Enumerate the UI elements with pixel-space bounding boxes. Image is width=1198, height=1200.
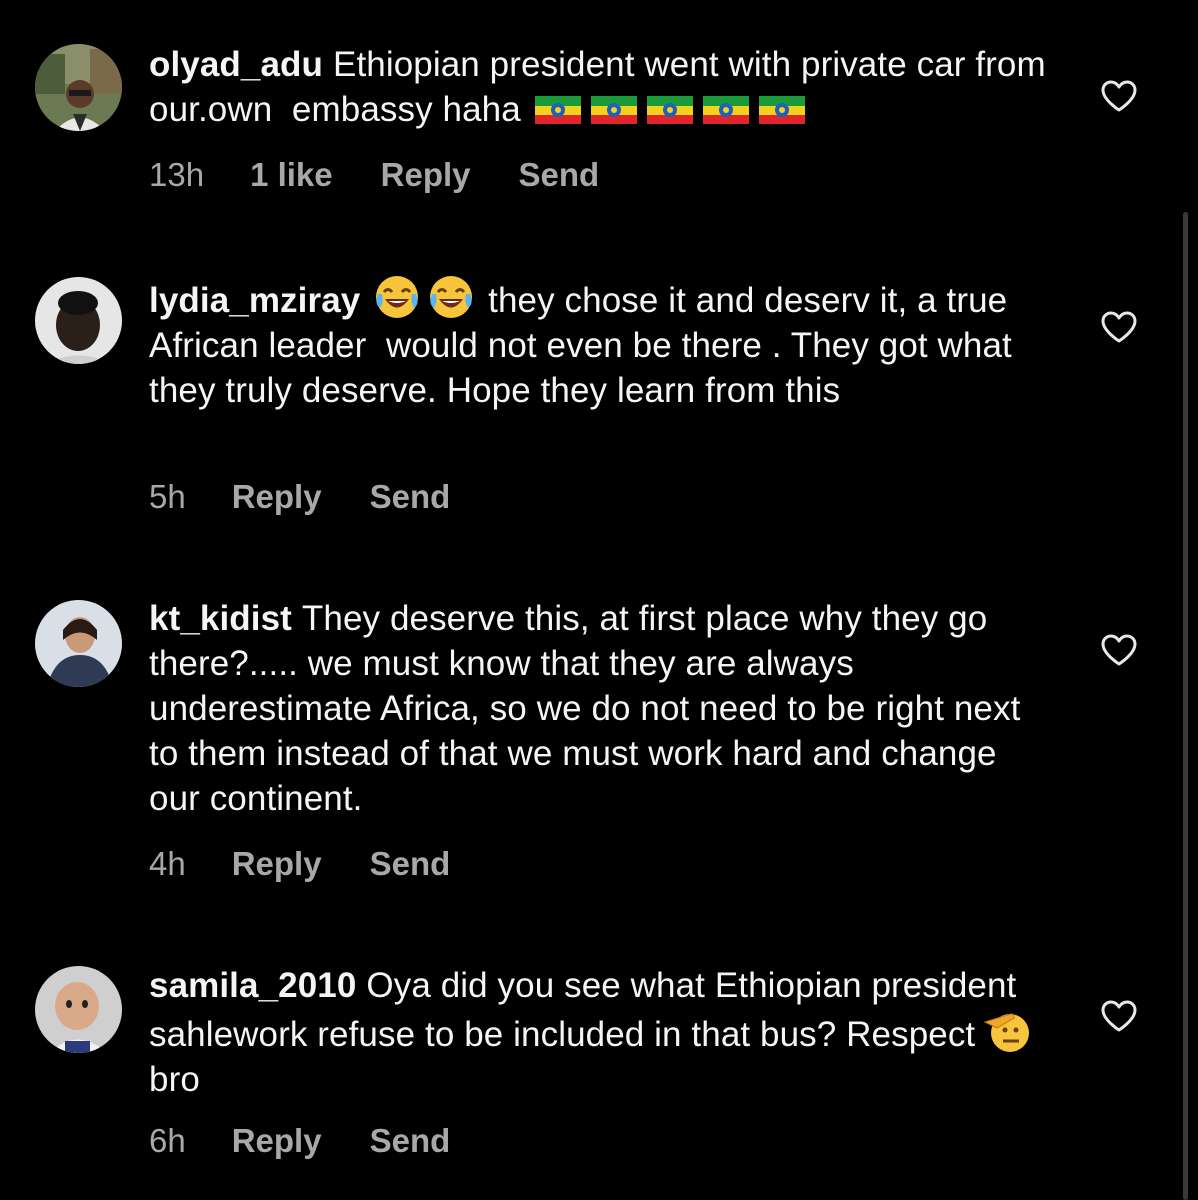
ethiopia-flag-icon [534,96,581,124]
avatar-image [35,966,122,1053]
heart-outline-icon[interactable] [1100,79,1138,113]
comment-text: kt_kidist They deserve this, at first pla… [149,596,1049,821]
comment-username[interactable]: olyad_adu [149,45,323,84]
comment-timestamp: 5h [149,478,186,515]
send-button[interactable]: Send [370,477,451,517]
ethiopia-flag-icon [702,96,749,124]
comment-username[interactable]: samila_2010 [149,966,356,1005]
scrollbar[interactable] [1183,212,1188,1200]
face-with-tears-of-joy-icon [428,274,474,320]
reply-button[interactable]: Reply [232,844,322,884]
avatar[interactable] [35,966,122,1053]
heart-outline-icon[interactable] [1100,999,1138,1033]
comment-text: samila_2010 Oya did you see what Ethiopia… [149,963,1049,1102]
comment-text: lydia_mziray they chose it and deserv it… [149,274,1049,413]
comment-meta: 6h Reply Send [149,1121,450,1161]
avatar[interactable] [35,44,122,131]
ethiopia-flag-icon [646,96,693,124]
comment-meta: 4h Reply Send [149,844,450,884]
avatar-image [35,44,122,131]
reply-button[interactable]: Reply [381,155,471,195]
comment-text: olyad_adu Ethiopian president went with p… [149,42,1049,132]
avatar-image [35,600,122,687]
comment-meta: 5h Reply Send [149,477,450,517]
send-button[interactable]: Send [370,844,451,884]
face-with-tears-of-joy-icon [374,274,420,320]
comment-body-suffix: bro [149,1060,200,1099]
comment-meta: 13h 1 like Reply Send [149,155,599,195]
heart-outline-icon[interactable] [1100,310,1138,344]
send-button[interactable]: Send [370,1121,451,1161]
comment-username[interactable]: lydia_mziray [149,281,360,320]
saluting-face-icon [983,1008,1033,1054]
reply-button[interactable]: Reply [232,477,322,517]
comment-timestamp: 13h [149,156,205,193]
ethiopia-flag-icon [758,96,805,124]
avatar-image [35,277,122,364]
avatar[interactable] [35,600,122,687]
reply-button[interactable]: Reply [232,1121,322,1161]
ethiopia-flag-icon [590,96,637,124]
avatar[interactable] [35,277,122,364]
heart-outline-icon[interactable] [1100,633,1138,667]
like-count[interactable]: 1 like [250,155,333,195]
comment-timestamp: 4h [149,845,186,882]
send-button[interactable]: Send [519,155,600,195]
comment-username[interactable]: kt_kidist [149,599,292,638]
comment-timestamp: 6h [149,1122,186,1159]
